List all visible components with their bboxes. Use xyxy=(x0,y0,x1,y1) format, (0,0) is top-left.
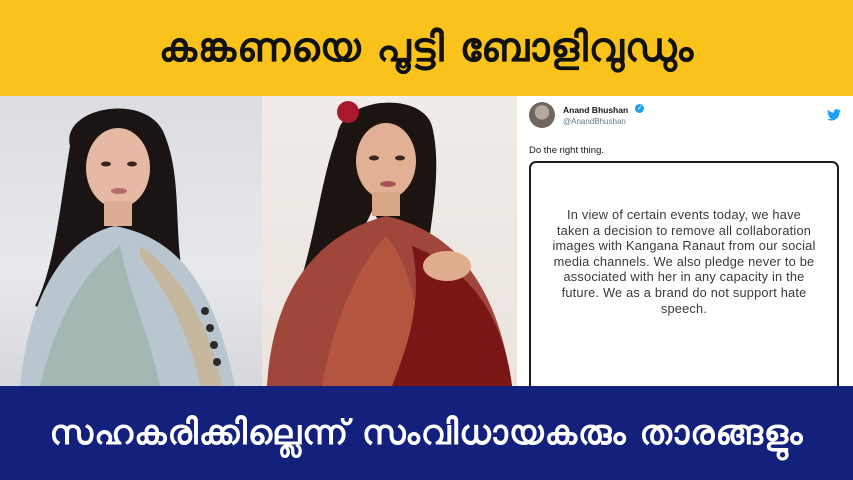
headline-bottom: സഹകരിക്കില്ലെന്ന് സംവിധായകരും താരങ്ങളും xyxy=(49,413,804,453)
photo-strip: Anand Bhushan ✓ @AnandBhushan Do the rig… xyxy=(0,96,853,386)
photo-woman-maroon-outfit xyxy=(262,96,517,386)
news-thumbnail: കങ്കണയെ പൂട്ടി ബോളിവുഡും Anand Bhushan ✓… xyxy=(0,0,853,480)
photo-woman-blue-outfit xyxy=(0,96,262,386)
tweet-author: Anand Bhushan ✓ @AnandBhushan xyxy=(563,102,645,128)
twitter-bird-icon xyxy=(827,106,841,125)
statement-image[interactable]: In view of certain events today, we have… xyxy=(529,161,839,386)
avatar[interactable] xyxy=(529,102,555,128)
headline-top: കങ്കണയെ പൂട്ടി ബോളിവുഡും xyxy=(158,25,695,71)
tweet-text: Do the right thing. xyxy=(529,145,604,156)
verified-badge-icon: ✓ xyxy=(635,104,645,113)
author-display-name[interactable]: Anand Bhushan xyxy=(563,105,628,115)
top-headline-banner: കങ്കണയെ പൂട്ടി ബോളിവുഡും xyxy=(0,0,853,96)
author-handle[interactable]: @AnandBhushan xyxy=(563,116,644,128)
statement-text: In view of certain events today, we have… xyxy=(552,207,816,316)
bottom-headline-banner: സഹകരിക്കില്ലെന്ന് സംവിധായകരും താരങ്ങളും xyxy=(0,386,853,480)
tweet-header: Anand Bhushan ✓ @AnandBhushan xyxy=(529,102,645,128)
tweet-card: Anand Bhushan ✓ @AnandBhushan Do the rig… xyxy=(517,96,853,386)
